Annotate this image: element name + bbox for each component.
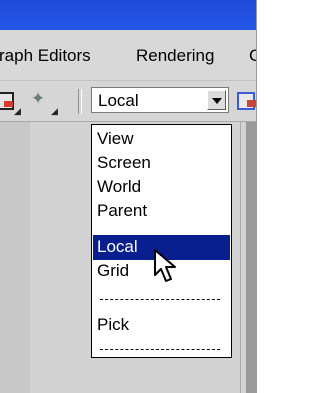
option-view[interactable]: View [93,127,230,151]
menu-graph-editors[interactable]: raph Editors [0,46,91,66]
option-parent[interactable]: Parent [93,199,230,223]
option-screen[interactable]: Screen [93,151,230,175]
reference-coordinate-system-dropdown[interactable]: Local [91,87,229,113]
dropdown-toggle-button[interactable] [207,90,226,110]
coordinate-system-list: View Screen World Parent Local Grid Pick [91,124,232,358]
title-bar [0,0,256,30]
list-separator [100,349,220,350]
menu-customize-truncated[interactable]: C [249,46,256,66]
mouse-pointer-icon [154,249,176,282]
menu-bar: raph Editors Rendering C [0,30,256,81]
flyout-chevron-icon: ◢ [51,106,58,116]
chevron-down-icon [212,98,222,104]
main-toolbar: ◢ ✦ ◢ Local [0,81,256,122]
toolbar-separator [78,89,82,114]
list-separator [100,299,220,300]
axis-constraint-icon[interactable]: ✦ [28,89,48,109]
flyout-chevron-icon: ◢ [14,106,21,116]
menu-rendering[interactable]: Rendering [136,46,214,66]
window-edge [256,0,270,393]
app-window: raph Editors Rendering C ◢ ✦ ◢ Local Vie… [0,0,256,393]
option-world[interactable]: World [93,175,230,199]
option-pick[interactable]: Pick [93,313,230,337]
coordinate-system-value: Local [98,91,139,110]
